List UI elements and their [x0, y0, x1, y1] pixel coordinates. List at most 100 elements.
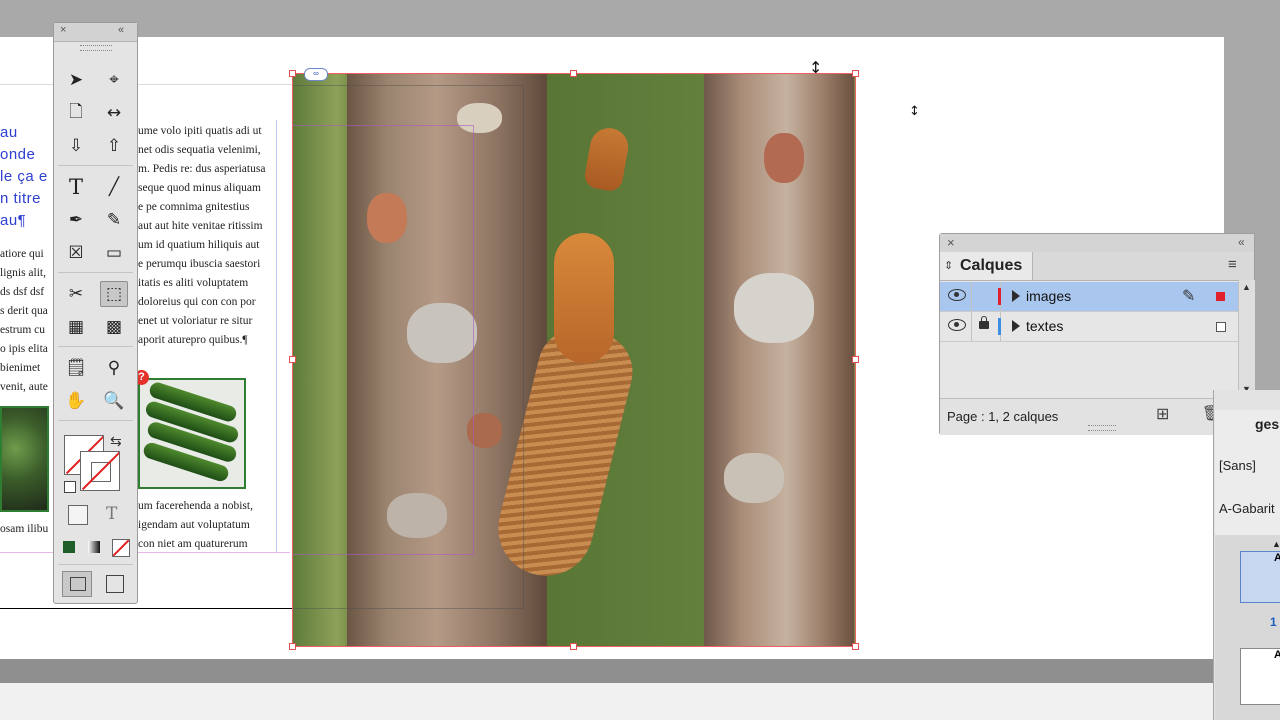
headline-line: onde [0, 146, 36, 163]
apply-color-icon[interactable] [63, 541, 75, 553]
pasteboard-lower [0, 683, 1220, 720]
close-icon[interactable]: × [947, 235, 955, 250]
page-thumbnail-1[interactable]: A [1240, 551, 1280, 603]
layers-status-text: Page : 1, 2 calques [947, 409, 1059, 424]
default-colors-icon[interactable] [64, 481, 76, 493]
body-text-line: m. Pedis re: dus asperiatusa [138, 163, 266, 175]
scroll-up-icon[interactable]: ▲ [1242, 282, 1251, 292]
resize-handle-right[interactable] [852, 356, 859, 363]
master-a-item[interactable]: A-Gabarit [1219, 501, 1275, 516]
tab-calques[interactable]: ⇕ Calques [940, 252, 1033, 280]
body-text-line: aut aut hite venitae ritissim [138, 220, 263, 232]
visibility-eye-icon[interactable] [948, 289, 966, 301]
free-transform-tool-icon[interactable]: ⬚ [100, 281, 128, 307]
formatting-container-icon[interactable] [68, 505, 88, 525]
pen-tool-icon[interactable]: ✒ [62, 207, 90, 233]
headline-line: n titre [0, 190, 42, 207]
toolbox-divider [58, 346, 133, 347]
resize-handle-top[interactable] [570, 70, 577, 77]
layer-row-images[interactable]: images ✎ [940, 282, 1238, 312]
layers-panel[interactable]: × « ⇕ Calques ≡ images ✎ textes ▲ ▼ Page… [939, 233, 1255, 435]
body-text-line: enet ut voloriatur re situr [138, 315, 253, 327]
pencil-tool-icon[interactable]: ✎ [100, 207, 128, 233]
kale-image[interactable] [0, 406, 49, 512]
direct-selection-tool-icon[interactable]: ⌖ [100, 67, 128, 93]
formatting-text-icon[interactable]: T [106, 504, 117, 524]
resize-handle-bottom-left[interactable] [289, 643, 296, 650]
swap-colors-icon[interactable]: ⇆ [110, 433, 122, 450]
stroke-swatch[interactable] [80, 451, 120, 491]
layers-panel-footer: Page : 1, 2 calques ⊞ 🗑 [940, 398, 1254, 435]
pages-panel-masters[interactable]: ges [Sans] A-Gabarit [1215, 410, 1280, 535]
body-text-line: osam ilibu [0, 523, 49, 535]
rectangle-tool-icon[interactable]: ▭ [100, 240, 128, 266]
selection-tool-icon[interactable]: ➤ [62, 67, 90, 93]
toolbox-divider [58, 420, 133, 421]
note-tool-icon[interactable]: 🗒 [62, 355, 90, 381]
master-letter: A [1274, 552, 1280, 564]
preview-mode-icon[interactable] [106, 575, 124, 593]
pages-thumbnails[interactable]: ▲ A 1 A [1215, 535, 1280, 720]
body-text-line: bienimet [0, 362, 41, 374]
apply-gradient-icon[interactable] [88, 541, 100, 553]
visibility-eye-icon[interactable] [948, 319, 966, 331]
master-letter: A [1274, 649, 1280, 661]
collapse-icon[interactable]: « [1238, 235, 1245, 249]
body-text-line: venit, aute [0, 381, 48, 393]
layer-name[interactable]: textes [1026, 318, 1063, 334]
pasteboard [0, 659, 1224, 683]
layers-scrollbar[interactable]: ▲ ▼ [1238, 280, 1255, 398]
tools-panel-header[interactable]: × « [54, 23, 137, 42]
frame-edge-guide [0, 552, 290, 553]
gradient-feather-tool-icon[interactable]: ▩ [100, 314, 128, 340]
gap-tool-icon[interactable]: ↔ [100, 100, 128, 126]
lock-icon[interactable] [979, 316, 989, 329]
body-text-line: seque quod minus aliquam [138, 182, 261, 194]
body-text-line: itatis es aliti voluptatem [138, 277, 249, 289]
resize-handle-top-left[interactable] [289, 70, 296, 77]
master-none-item[interactable]: [Sans] [1219, 458, 1256, 473]
resize-handle-left[interactable] [289, 356, 296, 363]
layers-panel-titlebar[interactable]: × « [940, 234, 1254, 253]
drag-grip[interactable] [80, 45, 112, 51]
collapse-icon[interactable]: « [118, 24, 124, 36]
empty-selection-square-icon[interactable] [1216, 322, 1226, 332]
eyedropper-tool-icon[interactable]: ⚲ [100, 355, 128, 381]
line-tool-icon[interactable]: ╱ [100, 174, 128, 200]
page-tool-icon[interactable]: 🗋 [62, 100, 90, 126]
selection-square-icon[interactable] [1216, 292, 1225, 301]
zucchini-image[interactable] [138, 378, 246, 489]
resize-handle-top-right[interactable] [852, 70, 859, 77]
body-text-line: e pe comnima gnitestius [138, 201, 250, 213]
pen-target-icon[interactable]: ✎ [1182, 286, 1195, 306]
content-collector-icon[interactable]: ⇩ [62, 133, 90, 159]
margin-guide [0, 84, 292, 85]
vertical-resize-cursor-icon: ↕ [909, 104, 920, 119]
resize-handle-bottom[interactable] [570, 643, 577, 650]
expand-triangle-icon[interactable] [1012, 320, 1020, 332]
rectangle-frame-tool-icon[interactable]: ☒ [62, 240, 90, 266]
gradient-swatch-tool-icon[interactable]: ▦ [62, 314, 90, 340]
tab-stepper-icon[interactable]: ⇕ [944, 252, 953, 280]
link-icon[interactable]: ∞ [304, 68, 328, 81]
scissors-tool-icon[interactable]: ✂ [62, 281, 90, 307]
panel-menu-icon[interactable]: ≡ [1228, 256, 1237, 273]
close-icon[interactable]: × [60, 24, 66, 36]
body-text-line: aporit aturepro quibus.¶ [138, 334, 248, 346]
expand-triangle-icon[interactable] [1012, 290, 1020, 302]
apply-none-icon[interactable] [112, 539, 130, 557]
normal-view-mode-icon[interactable] [62, 571, 92, 597]
resize-handle-bottom-right[interactable] [852, 643, 859, 650]
content-placer-icon[interactable]: ⇧ [100, 133, 128, 159]
hand-tool-icon[interactable]: ✋ [62, 388, 90, 414]
tools-panel[interactable]: × « ➤ ⌖ 🗋 ↔ ⇩ ⇧ T ╱ ✒ ✎ ☒ ▭ ✂ ⬚ ▦ ▩ 🗒 ⚲ … [53, 22, 138, 604]
zoom-tool-icon[interactable]: 🔍 [100, 388, 128, 414]
new-layer-icon[interactable]: ⊞ [1156, 404, 1169, 424]
layer-row-textes[interactable]: textes [940, 312, 1238, 342]
layer-color-indicator [998, 288, 1001, 305]
page-thumbnail-2[interactable]: A [1240, 648, 1280, 705]
scroll-up-icon[interactable]: ▲ [1272, 539, 1280, 549]
resize-grip[interactable] [1088, 425, 1116, 431]
type-tool-icon[interactable]: T [62, 174, 90, 200]
layer-name[interactable]: images [1026, 288, 1071, 304]
